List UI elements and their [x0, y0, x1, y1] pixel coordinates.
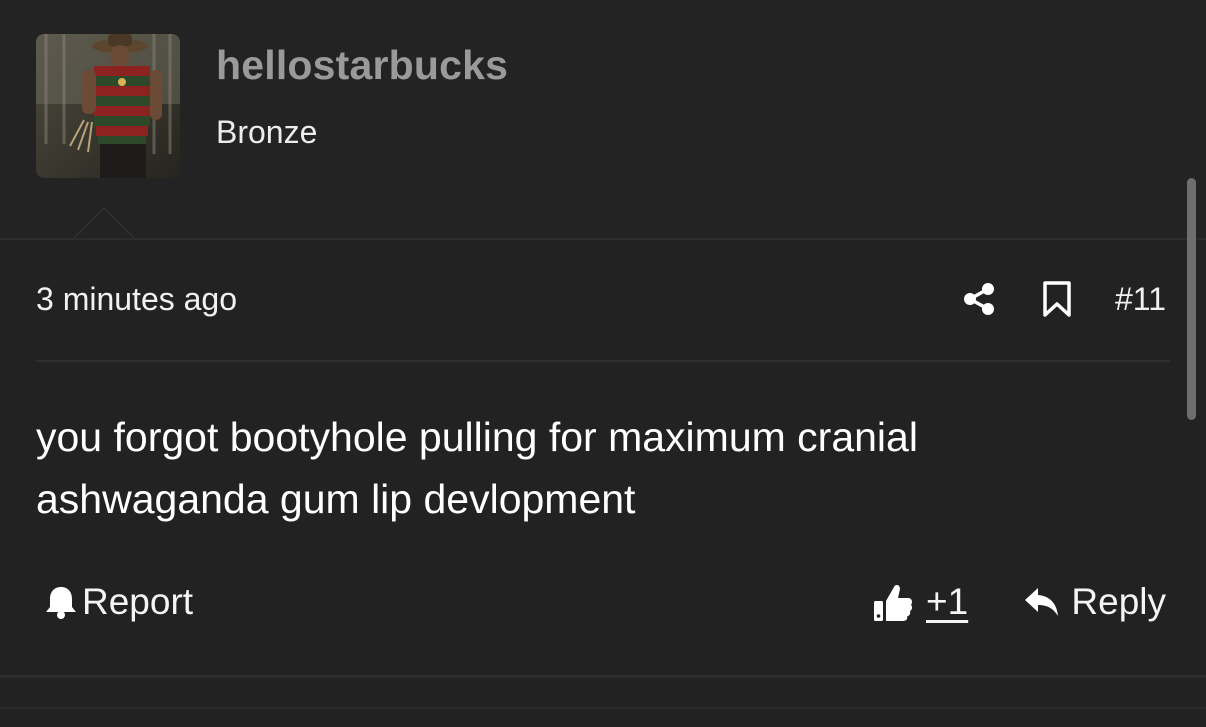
share-icon [963, 283, 994, 315]
username[interactable]: hellostarbucks [216, 42, 508, 89]
post-number-link[interactable]: #11 [1115, 281, 1166, 318]
report-label: Report [82, 581, 194, 622]
post-author-header: hellostarbucks Bronze [0, 0, 1206, 240]
reply-arrow-icon [1025, 588, 1059, 616]
divider [0, 238, 1206, 240]
avatar[interactable] [36, 34, 180, 178]
divider [0, 707, 1206, 709]
user-rank: Bronze [216, 114, 318, 150]
bell-icon [46, 587, 76, 619]
divider [36, 360, 1170, 362]
like-group: +1 [872, 576, 968, 628]
thumbs-up-icon [874, 584, 913, 621]
report-button[interactable]: Report [44, 578, 193, 626]
avatar-image [36, 34, 180, 178]
bookmark-icon [1043, 281, 1071, 317]
like-count[interactable]: +1 [926, 581, 968, 623]
forum-post: hellostarbucks Bronze 3 minutes ago #11 … [0, 0, 1206, 727]
scrollbar[interactable] [1187, 178, 1196, 420]
post-meta-actions: #11 [959, 276, 1166, 322]
divider [0, 675, 1206, 678]
like-button[interactable] [872, 581, 914, 623]
share-button[interactable] [959, 279, 999, 319]
reply-button[interactable]: Reply [1023, 576, 1166, 628]
bookmark-button[interactable] [1037, 279, 1077, 319]
post-body-text: you forgot bootyhole pulling for maximum… [36, 414, 918, 522]
post-timestamp[interactable]: 3 minutes ago [36, 281, 237, 318]
header-pointer-arrow [72, 206, 137, 240]
reply-label: Reply [1071, 581, 1166, 622]
